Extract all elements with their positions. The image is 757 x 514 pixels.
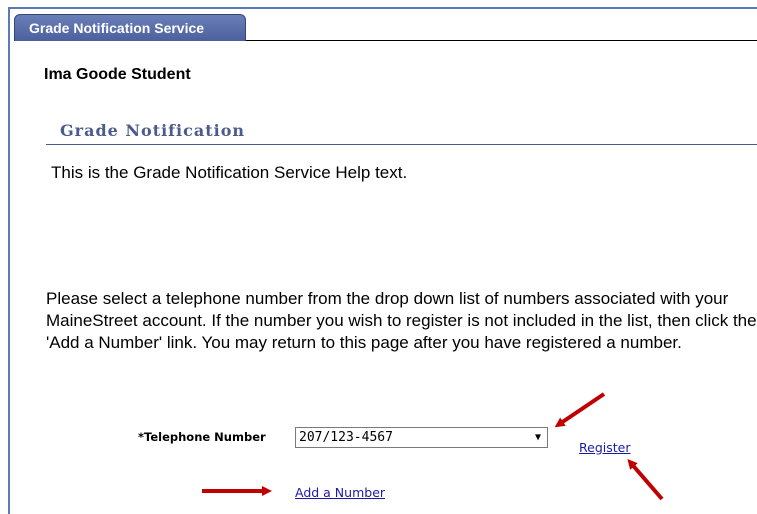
instructions-text: Please select a telephone number from th… (46, 289, 757, 352)
student-name: Ima Goode Student (44, 66, 191, 83)
tab-label: Grade Notification Service (29, 20, 205, 36)
add-number-link[interactable]: Add a Number (295, 485, 385, 500)
tab-underline (246, 40, 757, 41)
telephone-number-select[interactable]: 207/123-4567 ▼ (295, 427, 548, 448)
section-divider (46, 144, 757, 145)
help-text: This is the Grade Notification Service H… (51, 163, 408, 182)
section-title: Grade Notification (60, 121, 246, 140)
telephone-number-value: 207/123-4567 (299, 430, 393, 445)
arrow-icon (627, 458, 664, 501)
chevron-down-icon[interactable]: ▼ (529, 428, 547, 447)
tab-grade-notification-service[interactable]: Grade Notification Service (14, 14, 246, 41)
telephone-number-label: *Telephone Number (138, 430, 266, 444)
left-border (8, 8, 10, 514)
top-border (8, 7, 757, 9)
register-link[interactable]: Register (579, 440, 630, 455)
arrow-icon (554, 392, 606, 428)
